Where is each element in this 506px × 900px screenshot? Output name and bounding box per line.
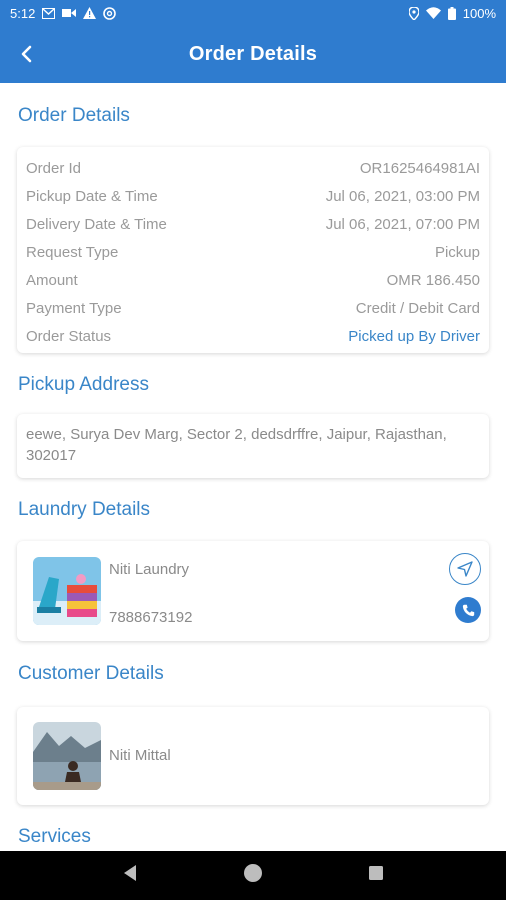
- warning-icon: [83, 7, 97, 19]
- page-title: Order Details: [188, 43, 318, 65]
- app-bar: Order Details: [0, 26, 506, 83]
- laundry-details-heading: Laundry Details: [18, 499, 151, 520]
- customer-name: Niti Mittal: [109, 747, 171, 764]
- recents-square-icon[interactable]: [368, 865, 384, 886]
- pickup-datetime-value: Jul 06, 2021, 03:00 PM: [325, 187, 480, 205]
- customer-details-heading: Customer Details: [18, 663, 164, 684]
- battery-icon: [447, 6, 456, 20]
- pickup-address-text: eewe, Surya Dev Marg, Sector 2, dedsdrff…: [26, 426, 447, 464]
- pickup-datetime-row: Pickup Date & Time Jul 06, 2021, 03:00 P…: [17, 182, 489, 210]
- request-type-label: Request Type: [26, 243, 119, 261]
- amount-value: OMR 186.450: [386, 271, 480, 289]
- order-info-card: Order Id OR1625464981AI Pickup Date & Ti…: [17, 147, 489, 353]
- status-bar: 5:12 100%: [0, 0, 506, 26]
- home-circle-icon[interactable]: [243, 863, 263, 888]
- gmail-icon: [42, 7, 56, 19]
- battery-percent: 100%: [462, 5, 496, 21]
- order-id-label: Order Id: [26, 159, 82, 177]
- order-status-label: Order Status: [26, 327, 112, 345]
- customer-photo: [33, 722, 101, 790]
- phone-icon[interactable]: [455, 597, 481, 623]
- laundry-name: Niti Laundry: [109, 561, 190, 578]
- order-status-value: Picked up By Driver: [348, 327, 480, 345]
- delivery-datetime-value: Jul 06, 2021, 07:00 PM: [325, 215, 480, 233]
- payment-type-label: Payment Type: [26, 299, 122, 317]
- order-id-row: Order Id OR1625464981AI: [17, 154, 489, 182]
- pickup-address-card: eewe, Surya Dev Marg, Sector 2, dedsdrff…: [17, 414, 489, 478]
- laundry-card[interactable]: Niti Laundry 7888673192: [17, 541, 489, 641]
- at-icon: [103, 6, 117, 20]
- order-id-value: OR1625464981AI: [359, 159, 480, 177]
- wifi-icon: [425, 7, 441, 19]
- request-type-row: Request Type Pickup: [17, 238, 489, 266]
- pickup-address-heading: Pickup Address: [18, 374, 149, 395]
- status-time: 5:12: [10, 5, 36, 21]
- back-triangle-icon[interactable]: [122, 864, 138, 887]
- order-details-content[interactable]: Order Details Order Id OR1625464981AI Pi…: [0, 83, 506, 851]
- request-type-value: Pickup: [434, 243, 480, 261]
- order-status-row: Order Status Picked up By Driver: [17, 322, 489, 350]
- order-details-heading: Order Details: [18, 105, 130, 126]
- services-heading: Services: [18, 826, 91, 847]
- system-nav-bar: [0, 851, 506, 900]
- pickup-datetime-label: Pickup Date & Time: [26, 187, 158, 205]
- delivery-datetime-row: Delivery Date & Time Jul 06, 2021, 07:00…: [17, 210, 489, 238]
- amount-row: Amount OMR 186.450: [17, 266, 489, 294]
- delivery-datetime-label: Delivery Date & Time: [26, 215, 167, 233]
- amount-label: Amount: [26, 271, 78, 289]
- video-icon: [62, 8, 77, 18]
- navigate-icon[interactable]: [449, 553, 481, 585]
- laundry-phone: 7888673192: [109, 609, 193, 626]
- customer-card[interactable]: Niti Mittal: [17, 707, 489, 805]
- laundry-photo: [33, 557, 101, 625]
- payment-type-value: Credit / Debit Card: [355, 299, 480, 317]
- back-arrow-icon[interactable]: [8, 36, 44, 72]
- payment-type-row: Payment Type Credit / Debit Card: [17, 294, 489, 322]
- location-icon: [408, 6, 419, 20]
